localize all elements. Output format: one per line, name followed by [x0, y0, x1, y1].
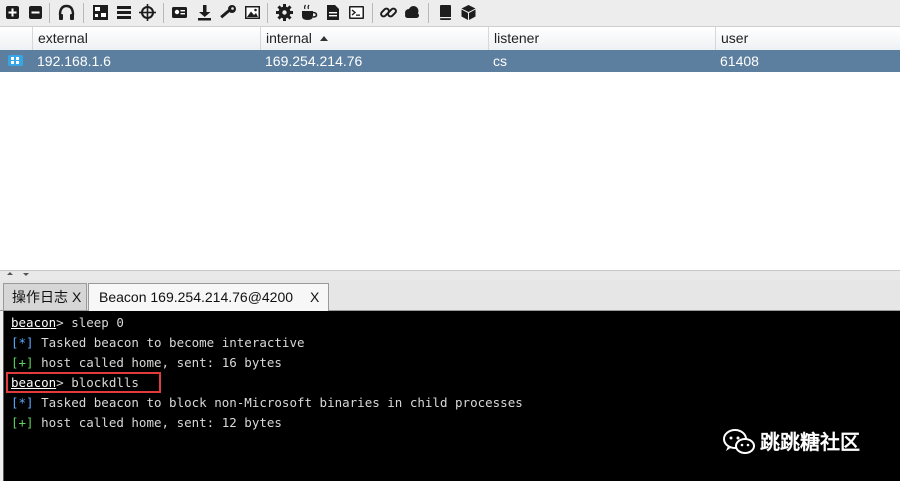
column-label: user [721, 30, 749, 46]
tab-event-log[interactable]: 操作日志 X [3, 283, 87, 310]
targets-crosshair-icon[interactable] [138, 3, 157, 22]
splitter-down-arrow-icon[interactable] [23, 273, 29, 276]
table-row[interactable]: 192.168.1.6 169.254.214.76 cs 61408 [0, 50, 900, 72]
downloads-icon[interactable] [195, 3, 214, 22]
document-icon[interactable] [323, 3, 342, 22]
tab-close-button[interactable]: X [310, 284, 319, 311]
column-label: internal [266, 30, 312, 46]
toolbar-separator [428, 3, 429, 23]
tab-label: Beacon 169.254.214.76@4200 [99, 289, 294, 305]
toolbar-separator [49, 3, 50, 23]
table-header: external internal listener user [0, 27, 900, 51]
new-connection-icon[interactable] [3, 3, 22, 22]
wechat-logo-icon [723, 429, 755, 454]
screenshots-image-icon[interactable] [243, 3, 262, 22]
cell-user: 61408 [720, 53, 759, 69]
tab-label: 操作日志 [12, 289, 68, 305]
tab-beacon[interactable]: Beacon 169.254.214.76@4200 X [88, 283, 329, 311]
column-header-user[interactable]: user [715, 27, 900, 50]
info-marker: [*] [11, 395, 34, 410]
sort-ascending-icon [319, 36, 328, 41]
disconnect-icon[interactable] [26, 3, 45, 22]
tab-bar: 操作日志 X Beacon 169.254.214.76@4200 X [0, 280, 900, 311]
web-drive-by-cup-icon[interactable] [299, 3, 318, 22]
console-line: [+] host called home, sent: 12 bytes [11, 413, 282, 433]
keystrokes-key-icon[interactable] [219, 3, 238, 22]
session-table-icon[interactable] [114, 3, 133, 22]
column-label: listener [494, 30, 540, 46]
column-header-listener[interactable]: listener [488, 27, 715, 50]
column-header-internal[interactable]: internal [260, 27, 488, 50]
toolbar-separator [83, 3, 84, 23]
link-icon[interactable] [379, 3, 398, 22]
column-label: external [38, 30, 88, 46]
pane-splitter[interactable] [0, 271, 900, 280]
console-output: host called home, sent: 12 bytes [33, 415, 282, 430]
console-line: [+] host called home, sent: 16 bytes [11, 353, 282, 373]
splitter-up-arrow-icon[interactable] [7, 272, 13, 275]
toolbar [0, 0, 900, 27]
console-output: Tasked beacon to block non-Microsoft bin… [33, 395, 523, 410]
listeners-headphones-icon[interactable] [57, 3, 76, 22]
toolbar-separator [267, 3, 268, 23]
sessions-table: external internal listener user 192.168.… [0, 27, 900, 271]
credentials-icon[interactable] [170, 3, 189, 22]
highlight-box [6, 372, 161, 393]
column-header-os[interactable] [0, 27, 32, 50]
settings-gear-icon[interactable] [275, 3, 294, 22]
console-line: [*] Tasked beacon to block non-Microsoft… [11, 393, 523, 413]
windows-icon [8, 55, 23, 66]
pivot-graph-icon[interactable] [91, 3, 110, 22]
watermark-text: 跳跳糖社区 [760, 430, 860, 454]
cell-listener: cs [493, 53, 507, 69]
info-marker: [*] [11, 335, 34, 350]
success-marker: [+] [11, 415, 34, 430]
console-output: host called home, sent: 16 bytes [33, 355, 282, 370]
cell-external: 192.168.1.6 [37, 53, 111, 69]
cell-internal: 169.254.214.76 [265, 53, 363, 69]
console-line: [*] Tasked beacon to become interactive [11, 333, 305, 353]
tab-close-button[interactable]: X [72, 284, 81, 311]
cloud-icon[interactable] [402, 3, 421, 22]
console-output: Tasked beacon to become interactive [33, 335, 305, 350]
column-header-external[interactable]: external [32, 27, 260, 50]
console-line: beacon> sleep 0 [11, 313, 124, 333]
about-cube-icon[interactable] [459, 3, 478, 22]
toolbar-separator [163, 3, 164, 23]
script-console-icon[interactable] [347, 3, 366, 22]
toolbar-separator [372, 3, 373, 23]
console-prompt: beacon [11, 315, 57, 330]
success-marker: [+] [11, 355, 34, 370]
help-book-icon[interactable] [436, 3, 455, 22]
console-command: > sleep 0 [56, 315, 124, 330]
